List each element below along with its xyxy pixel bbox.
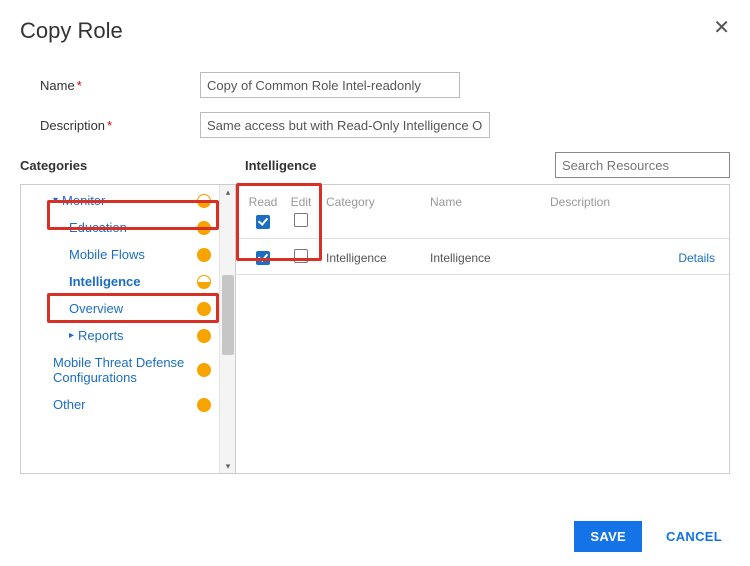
column-edit: Edit	[282, 195, 320, 209]
search-input[interactable]	[555, 152, 730, 178]
sidebar-item-intelligence[interactable]: Intelligence	[21, 268, 219, 295]
permissions-panel: Read Edit Category Name Description Inte…	[236, 185, 729, 473]
status-indicator-full-icon	[197, 302, 211, 316]
chevron-down-icon: ▾	[53, 195, 58, 206]
status-indicator-full-icon	[197, 221, 211, 235]
scroll-thumb[interactable]	[222, 275, 234, 355]
categories-scrollbar[interactable]: ▴ ▾	[219, 185, 235, 473]
permission-row: Intelligence Intelligence Details	[244, 249, 721, 266]
scroll-up-icon[interactable]: ▴	[220, 185, 236, 199]
column-category: Category	[320, 195, 430, 209]
status-indicator-half-icon	[197, 194, 211, 208]
status-indicator-half-icon	[197, 275, 211, 289]
scroll-down-icon[interactable]: ▾	[220, 459, 236, 473]
column-name: Name	[430, 195, 550, 209]
column-read: Read	[244, 195, 282, 209]
categories-heading: Categories	[20, 158, 245, 173]
cancel-button[interactable]: CANCEL	[660, 528, 728, 545]
sidebar-item-monitor[interactable]: ▾Monitor	[21, 187, 219, 214]
description-label: Description*	[40, 118, 200, 133]
sidebar-item-mobile-flows[interactable]: Mobile Flows	[21, 241, 219, 268]
categories-panel: ▾Monitor Education Mobile Flows Intellig…	[21, 185, 236, 473]
close-icon[interactable]: ✕	[713, 18, 730, 38]
row-category: Intelligence	[320, 251, 430, 265]
status-indicator-full-icon	[197, 398, 211, 412]
read-all-checkbox[interactable]	[256, 215, 270, 229]
row-name: Intelligence	[430, 251, 550, 265]
name-input[interactable]	[200, 72, 460, 98]
detail-heading: Intelligence	[245, 158, 555, 173]
sidebar-item-reports[interactable]: ▸Reports	[21, 322, 219, 349]
sidebar-item-other[interactable]: Other	[21, 391, 219, 418]
name-label: Name*	[40, 78, 200, 93]
read-checkbox[interactable]	[256, 251, 270, 265]
edit-checkbox[interactable]	[294, 249, 308, 263]
permissions-header-row: Read Edit Category Name Description	[244, 195, 721, 209]
dialog-title: Copy Role	[20, 18, 123, 44]
details-link[interactable]: Details	[678, 251, 715, 265]
status-indicator-full-icon	[197, 248, 211, 262]
sidebar-item-education[interactable]: Education	[21, 214, 219, 241]
status-indicator-full-icon	[197, 329, 211, 343]
save-button[interactable]: SAVE	[574, 521, 642, 552]
description-input[interactable]	[200, 112, 490, 138]
chevron-right-icon: ▸	[69, 330, 74, 341]
sidebar-item-mobile-threat-defense[interactable]: Mobile Threat Defense Configurations	[21, 349, 219, 391]
sidebar-item-overview[interactable]: Overview	[21, 295, 219, 322]
status-indicator-full-icon	[197, 363, 211, 377]
edit-all-checkbox[interactable]	[294, 213, 308, 227]
column-description: Description	[550, 195, 661, 209]
